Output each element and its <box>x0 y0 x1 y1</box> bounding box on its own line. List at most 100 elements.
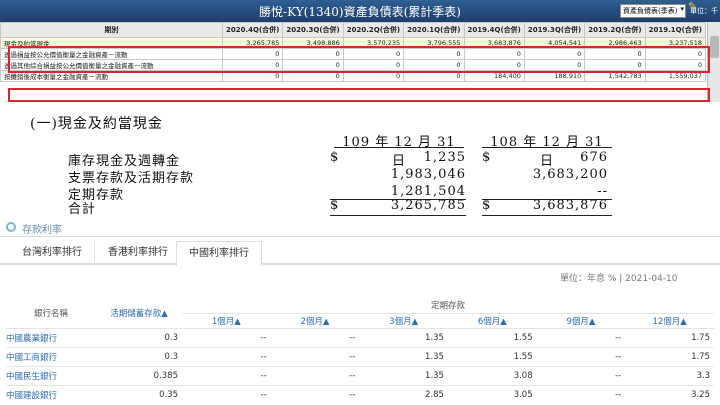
column-header: 2020.2Q(合併) <box>342 22 405 38</box>
cell-value: 3,237,518 <box>644 37 707 49</box>
term-9m-header[interactable]: 9個月▲ <box>537 313 626 328</box>
column-header: 2019.4Q(合併) <box>463 22 525 38</box>
table-row[interactable]: 按攤銷後成本衡量之金融資產－流動 0 0 0 0 184,400 188,910… <box>0 70 707 82</box>
rate-value: 1.35 <box>359 346 448 366</box>
cell-value: 0 <box>463 48 525 60</box>
rate-value: 1.55 <box>447 327 537 347</box>
rate-value: -- <box>270 384 360 404</box>
rate-value: -- <box>536 327 626 347</box>
column-header: 2020.1Q(合併) <box>403 22 465 38</box>
chevron-down-icon: ▾ <box>680 5 684 13</box>
rates-section-header: 存款利率 <box>0 219 720 237</box>
cash-value-2020: 1,281,504 <box>390 184 466 199</box>
period-header: 期別 <box>0 22 223 38</box>
window-header: 勝悅-KY(1340)資產負債表(累計季表) 資產負債表(季表) ▾ ✎ 單位：… <box>0 0 720 22</box>
term-6m-header[interactable]: 6個月▲ <box>448 313 537 328</box>
rate-value: 0.3 <box>96 327 182 347</box>
cell-value: 0 <box>342 48 405 60</box>
bank-name-header: 銀行名稱 <box>33 308 68 319</box>
term-1m-header[interactable]: 1個月▲ <box>182 313 271 328</box>
rate-value: 0.35 <box>96 384 182 404</box>
vertical-scrollbar[interactable] <box>707 22 720 102</box>
scrollbar-thumb[interactable] <box>710 36 719 58</box>
column-header: 2019.3Q(合併) <box>523 22 586 38</box>
rate-value: -- <box>182 384 271 404</box>
cell-value: 3,265,785 <box>221 37 284 49</box>
table-row: 中國民生銀行 0.385 -- -- 1.35 3.08 -- 3.3 <box>6 365 714 385</box>
term-12m-header[interactable]: 12個月▲ <box>625 313 714 328</box>
cash-value-2019: -- <box>597 184 608 199</box>
bank-name-link[interactable]: 中國農業銀行 <box>6 327 96 347</box>
cell-value: 1,542,783 <box>584 70 646 82</box>
unit-label: 單位：千 <box>690 7 718 15</box>
row-label: 按攤銷後成本衡量之金融資產－流動 <box>0 70 223 82</box>
date-underline <box>334 147 464 148</box>
table-row[interactable]: 透過損益按公允價值衡量之金融資產－流動 0 0 0 0 0 0 0 0 <box>0 48 707 60</box>
cell-value: 3,498,886 <box>282 37 344 49</box>
cell-value: 2,986,463 <box>584 37 646 49</box>
rate-value: -- <box>536 346 626 366</box>
cell-value: 0 <box>342 70 405 82</box>
window-title: 勝悅-KY(1340)資產負債表(累計季表) <box>259 5 461 19</box>
table-row: 中國建設銀行 0.35 -- -- 2.85 3.05 -- 3.25 <box>6 384 714 404</box>
cell-value: 0 <box>584 48 646 60</box>
tab-china[interactable]: 中國利率排行 <box>176 241 262 267</box>
rate-value: -- <box>182 327 271 347</box>
cell-value: 0 <box>342 59 405 71</box>
demand-deposit-header[interactable]: 活期儲蓄存款▲ <box>96 298 182 328</box>
rate-value: -- <box>536 384 626 404</box>
cash-note-heading: (一)現金及約當現金 <box>30 116 163 132</box>
rate-value: 3.08 <box>447 365 537 385</box>
rate-value: 1.75 <box>625 346 714 366</box>
rate-value: 1.55 <box>447 346 537 366</box>
bank-name-link[interactable]: 中國工商銀行 <box>6 346 96 366</box>
rate-tabs: 台灣利率排行 香港利率排行 中國利率排行 <box>0 241 720 267</box>
table-row: 中國工商銀行 0.3 -- -- 1.35 1.55 -- 1.75 <box>6 346 714 366</box>
table-row[interactable]: 透過其他綜合損益按公允價值衡量之金融資產－流動 0 0 0 0 0 0 0 0 <box>0 59 707 71</box>
rate-value: 2.85 <box>359 384 448 404</box>
cash-value-2019: 676 <box>580 150 608 165</box>
row-label: 現金及約當現金 <box>0 37 223 49</box>
rates-header-row: 銀行名稱 活期儲蓄存款▲ 定期存款 <box>6 298 714 319</box>
table-header-row: 期別 2020.4Q(合併) 2020.3Q(合併) 2020.2Q(合併) 2… <box>0 22 707 38</box>
cell-value: 0 <box>221 48 284 60</box>
term-3m-header[interactable]: 3個月▲ <box>359 313 448 328</box>
column-header: 2020.3Q(合併) <box>282 22 344 38</box>
tab-hongkong[interactable]: 香港利率排行 <box>96 241 181 265</box>
column-header: 2019.1Q(合併) <box>644 22 707 38</box>
bank-name-link[interactable]: 中國建設銀行 <box>6 384 96 404</box>
cell-value: 0 <box>463 59 525 71</box>
cell-value: 0 <box>403 59 465 71</box>
rate-value: 3.25 <box>625 384 714 404</box>
cell-value: 0 <box>221 59 284 71</box>
row-label: 透過其他綜合損益按公允價值衡量之金融資產－流動 <box>0 59 223 71</box>
cell-value: 0 <box>584 59 646 71</box>
cash-value-2020: 1,235 <box>423 150 466 165</box>
rate-value: 0.385 <box>96 365 182 385</box>
table-row[interactable]: 現金及約當現金 3,265,785 3,498,886 3,570,235 3,… <box>0 37 707 49</box>
cash-total-2020: 3,265,785 <box>390 198 466 213</box>
circle-icon <box>6 222 16 232</box>
rate-value: -- <box>270 346 360 366</box>
rates-table: 銀行名稱 活期儲蓄存款▲ 定期存款 1個月▲ 2個月▲ 3個月▲ 6個月▲ 9個… <box>6 298 714 404</box>
cell-value: 0 <box>644 48 707 60</box>
rate-value: 1.35 <box>359 365 448 385</box>
cell-value: 0 <box>644 59 707 71</box>
row-label: 透過損益按公允價值衡量之金融資產－流動 <box>0 48 223 60</box>
total-double-line <box>482 215 612 216</box>
cell-value: 0 <box>523 59 586 71</box>
cash-total-label: 合計 <box>68 202 97 217</box>
rate-value: 1.75 <box>625 327 714 347</box>
cell-value: 0 <box>403 48 465 60</box>
report-type-select[interactable]: 資產負債表(季表) ▾ <box>620 4 686 18</box>
cell-value: 184,400 <box>463 70 525 82</box>
rates-section-title: 存款利率 <box>22 225 62 236</box>
rate-value: -- <box>182 365 271 385</box>
cell-value: 0 <box>282 59 344 71</box>
rate-value: -- <box>270 327 360 347</box>
bank-name-link[interactable]: 中國民生銀行 <box>6 365 96 385</box>
cell-value: 188,910 <box>523 70 586 82</box>
tab-taiwan[interactable]: 台灣利率排行 <box>10 241 95 265</box>
cell-value: 0 <box>403 70 465 82</box>
term-2m-header[interactable]: 2個月▲ <box>271 313 360 328</box>
